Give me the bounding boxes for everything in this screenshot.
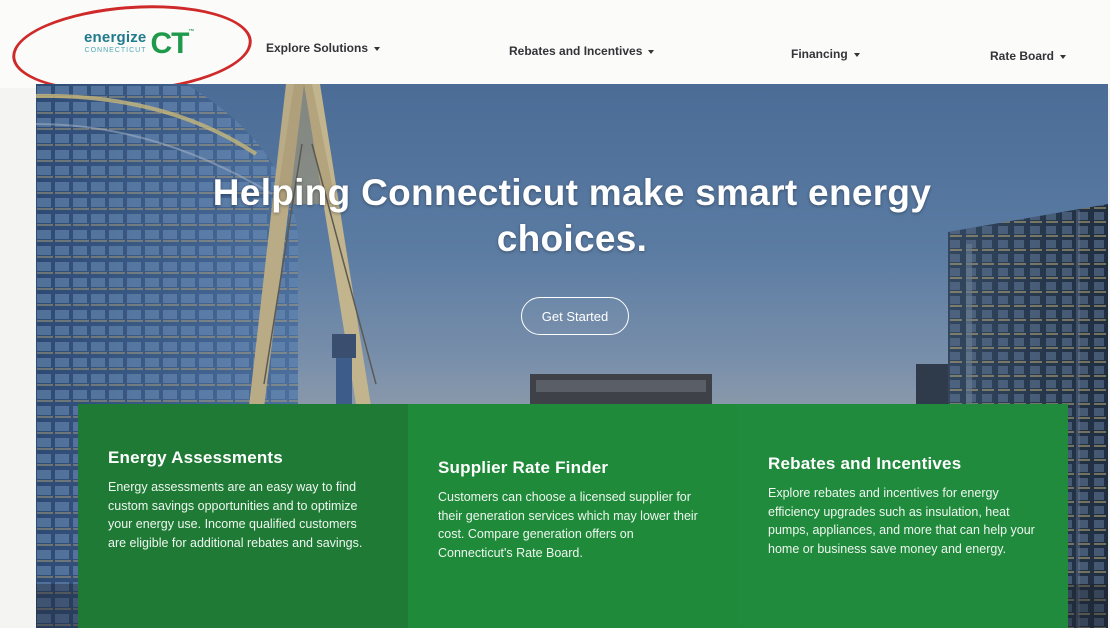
- page: energize CONNECTICUT CT™ Explore Solutio…: [0, 0, 1110, 628]
- card-title[interactable]: Supplier Rate Finder: [438, 458, 708, 478]
- get-started-button[interactable]: Get Started: [521, 297, 629, 335]
- card-rebates-and-incentives[interactable]: Rebates and Incentives Explore rebates a…: [738, 404, 1068, 628]
- nav-financing[interactable]: Financing: [791, 47, 860, 61]
- feature-cards: Energy Assessments Energy assessments ar…: [78, 404, 1068, 628]
- hero-headline-line-1: Helping Connecticut make smart energy: [212, 172, 932, 213]
- card-title[interactable]: Rebates and Incentives: [768, 454, 1038, 474]
- chevron-down-icon: [648, 49, 655, 54]
- card-supplier-rate-finder[interactable]: Supplier Rate Finder Customers can choos…: [408, 404, 738, 628]
- card-description: Explore rebates and incentives for energ…: [768, 486, 1035, 556]
- nav-financing-label: Financing: [791, 47, 848, 61]
- hero-headline: Helping Connecticut make smart energy ch…: [36, 170, 1108, 262]
- nav-rebates-and-incentives[interactable]: Rebates and Incentives: [509, 44, 655, 58]
- chevron-down-icon: [374, 46, 381, 51]
- card-description: Customers can choose a licensed supplier…: [438, 490, 698, 560]
- card-title[interactable]: Energy Assessments: [108, 448, 378, 468]
- chevron-down-icon: [1060, 54, 1067, 59]
- nav-explore-solutions[interactable]: Explore Solutions: [266, 41, 381, 55]
- nav-rate-board[interactable]: Rate Board: [990, 49, 1067, 63]
- card-energy-assessments[interactable]: Energy Assessments Energy assessments ar…: [78, 404, 408, 628]
- chevron-down-icon: [853, 52, 860, 57]
- card-description: Energy assessments are an easy way to fi…: [108, 480, 363, 550]
- hero-headline-line-2: choices.: [496, 218, 648, 259]
- nav-explore-solutions-label: Explore Solutions: [266, 41, 369, 55]
- nav-rebates-label: Rebates and Incentives: [509, 44, 643, 58]
- nav-rate-board-label: Rate Board: [990, 49, 1055, 63]
- top-navigation: energize CONNECTICUT CT™ Explore Solutio…: [0, 0, 1110, 101]
